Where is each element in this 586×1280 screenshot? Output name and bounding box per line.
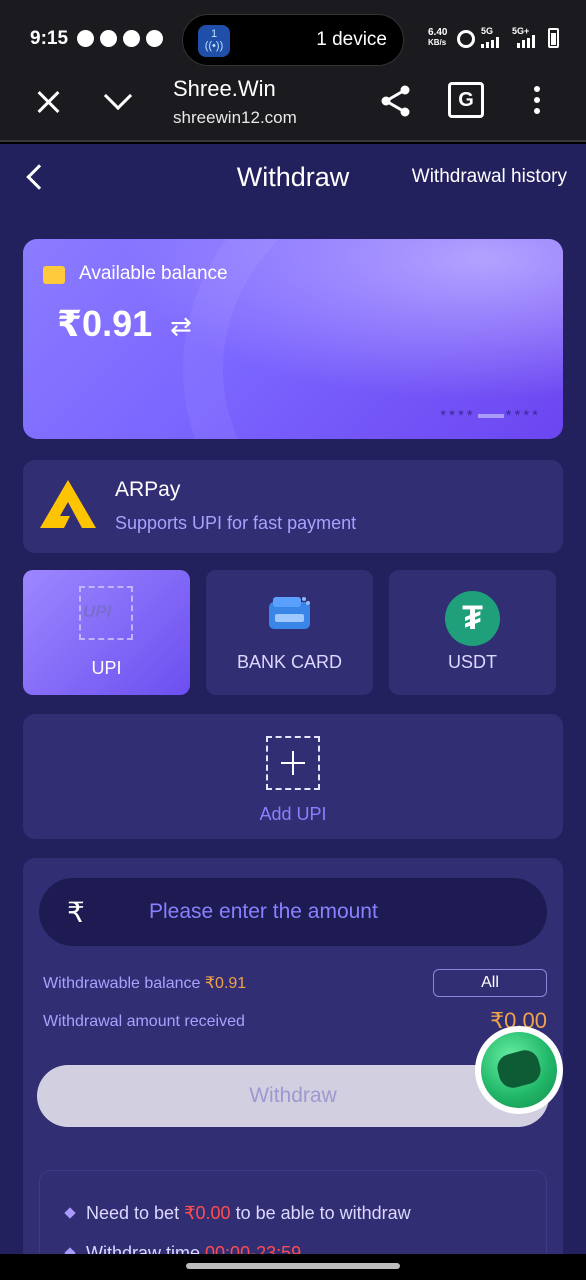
dynamic-island-pill[interactable]: 1 ((•)) 1 device [182, 14, 404, 66]
close-icon[interactable] [36, 90, 60, 114]
network-type-1: 5G [481, 26, 494, 36]
withdraw-button[interactable]: Withdraw [37, 1065, 549, 1127]
discord-icon [146, 30, 163, 47]
home-indicator[interactable] [186, 1263, 400, 1269]
balance-card: Available balance ₹0.91 ⇄ **** **** [23, 239, 563, 439]
method-usdt[interactable]: ₮ USDT [389, 570, 556, 695]
broadcast-icon: 1 ((•)) [198, 25, 230, 57]
method-label: BANK CARD [236, 652, 343, 672]
amount-input[interactable]: ₹ Please enter the amount [39, 878, 547, 946]
add-upi-button[interactable]: Add UPI [23, 714, 563, 839]
hotspot-icon [457, 30, 475, 48]
arpay-logo-icon [40, 480, 96, 528]
bank-card-icon [269, 597, 310, 629]
rule-item: Need to bet ₹0.00 to be able to withdraw [64, 1203, 411, 1224]
received-label: Withdrawal amount received [43, 1013, 245, 1030]
telegram-icon [77, 30, 94, 47]
status-bar: 9:15 1 ((•)) 1 device 6.40 KB/s 5G 5G+ [0, 0, 586, 68]
gesture-bar [0, 1254, 586, 1280]
wallet-icon [43, 266, 65, 284]
channel-subtitle: Supports UPI for fast payment [115, 513, 357, 533]
signal-icon [481, 37, 499, 48]
withdrawable-balance: Withdrawable balance ₹0.91 [43, 975, 247, 992]
all-button[interactable]: All [433, 969, 547, 997]
battery-icon [548, 28, 559, 48]
whatsapp-icon [123, 30, 140, 47]
withdrawal-history-link[interactable]: Withdrawal history [412, 166, 567, 188]
withdraw-rules: Need to bet ₹0.00 to be able to withdraw… [39, 1170, 547, 1254]
method-bank-card[interactable]: BANK CARD [206, 570, 373, 695]
tether-icon: ₮ [445, 591, 500, 646]
rule-item: Withdraw time 00:00-23:59 [64, 1243, 301, 1254]
site-url[interactable]: shreewin12.com [173, 108, 297, 128]
support-icon [494, 1047, 544, 1091]
amount-placeholder: Please enter the amount [149, 900, 378, 923]
payment-channel[interactable]: ARPay Supports UPI for fast payment [23, 460, 563, 553]
signal-icon [517, 35, 535, 48]
balance-label: Available balance [79, 263, 228, 284]
floating-support-button[interactable] [475, 1026, 563, 1114]
channel-name: ARPay [115, 478, 181, 501]
add-upi-label: Add UPI [259, 804, 327, 824]
balance-amount: ₹0.91 [57, 303, 153, 344]
device-count: 1 device [316, 29, 387, 50]
translate-icon[interactable]: G [448, 82, 484, 118]
method-label: USDT [448, 652, 497, 672]
network-speed: 6.40 KB/s [428, 27, 448, 48]
browser-toolbar: Shree.Win shreewin12.com G [0, 68, 586, 142]
add-icon [266, 736, 320, 790]
card-mask: **** **** [440, 407, 541, 424]
more-menu-icon[interactable] [534, 86, 542, 116]
site-title: Shree.Win [173, 76, 276, 101]
method-label: UPI [91, 658, 122, 678]
upi-icon: UPI [79, 586, 133, 640]
method-upi[interactable]: UPI UPI [23, 570, 190, 695]
chevron-down-icon[interactable] [103, 81, 133, 111]
rupee-icon: ₹ [67, 897, 85, 928]
notification-icons [77, 30, 163, 47]
share-icon[interactable] [380, 84, 412, 118]
telegram-icon [100, 30, 117, 47]
refresh-icon[interactable]: ⇄ [170, 311, 192, 342]
status-time: 9:15 [30, 28, 69, 49]
